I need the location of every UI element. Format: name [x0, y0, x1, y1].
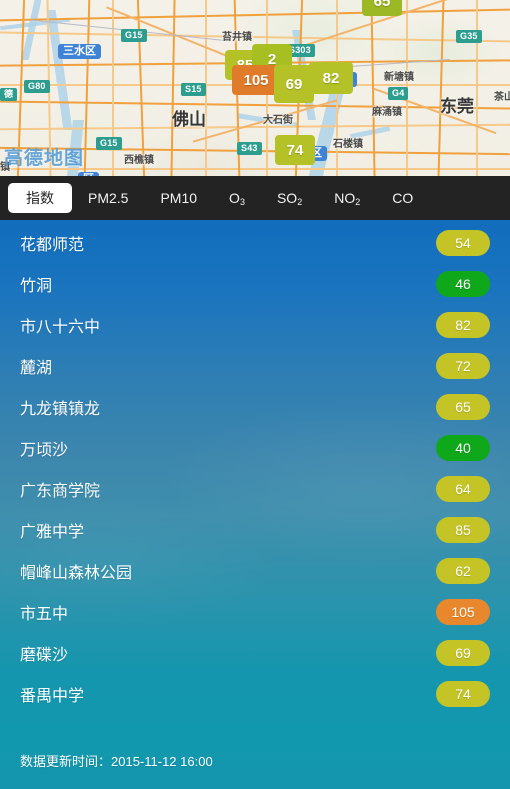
city-label: 佛山: [172, 110, 206, 129]
station-row[interactable]: 市五中 105: [0, 591, 510, 632]
station-row[interactable]: 花都师范 54: [0, 222, 510, 263]
tab-o3-sub: 3: [239, 197, 245, 207]
highway-shield: S15: [181, 83, 206, 96]
highway-shield: 德: [0, 88, 18, 101]
station-row[interactable]: 帽峰山森林公园 62: [0, 550, 510, 591]
station-row[interactable]: 万顷沙 40: [0, 427, 510, 468]
town-label: 西樵镇: [124, 155, 154, 166]
aqi-badge: 40: [436, 434, 490, 461]
update-time-bar: 数据更新时间：2015-11-12 16:00: [0, 732, 510, 789]
city-label: 东莞: [440, 97, 474, 116]
highway-shield: G4: [388, 87, 409, 100]
station-name: 花都师范: [20, 236, 85, 254]
highway-shield: G80: [24, 80, 50, 93]
station-row[interactable]: 竹洞 46: [0, 263, 510, 304]
station-name: 麓湖: [20, 359, 53, 377]
tab-o3-label: O: [229, 190, 240, 206]
aqi-badge: 62: [436, 557, 490, 584]
aqi-badge: 54: [436, 229, 490, 256]
station-row[interactable]: 磨碟沙 69: [0, 632, 510, 673]
town-label: 茶山: [494, 92, 510, 103]
station-name: 帽峰山森林公园: [20, 564, 133, 582]
pollutant-tabbar: 指数 PM2.5 PM10 O3 SO2 NO2 CO: [0, 176, 510, 220]
station-name: 市五中: [20, 605, 69, 623]
station-name: 磨碟沙: [20, 646, 69, 664]
road: [476, 0, 478, 176]
tab-so2[interactable]: SO2: [261, 183, 318, 213]
highway-shield: G15: [96, 137, 122, 150]
station-row[interactable]: 广雅中学 85: [0, 509, 510, 550]
aqi-badge: 105: [436, 598, 490, 625]
aqi-badge: 69: [436, 639, 490, 666]
map-view[interactable]: G15 G80 G15 S15 S303 S43 G35 G4 德 三水区 区 …: [0, 0, 510, 176]
app-root: G15 G80 G15 S15 S303 S43 G35 G4 德 三水区 区 …: [0, 0, 510, 789]
station-list[interactable]: 花都师范 54 竹洞 46 市八十六中 82 麓湖 72 九龙镇镇龙 65 万顷沙 40 广东商学院 64…: [0, 220, 510, 714]
tab-so2-label: SO: [276, 190, 298, 206]
town-label: 麻涌镇: [372, 107, 402, 118]
station-name: 竹洞: [20, 277, 53, 295]
station-name: 万顷沙: [20, 441, 69, 459]
town-label: 苔井镇: [222, 32, 252, 43]
highway-shield: G15: [121, 29, 147, 42]
district-label: 三水区: [58, 44, 101, 59]
aqi-badge: 65: [436, 393, 490, 420]
station-name: 九龙镇镇龙: [20, 400, 101, 418]
map-aqi-marker[interactable]: 74: [275, 135, 315, 165]
map-aqi-marker[interactable]: 65: [362, 0, 402, 16]
tab-so2-sub: 2: [297, 197, 303, 207]
station-row[interactable]: 市八十六中 82: [0, 304, 510, 345]
tab-pm25[interactable]: PM2.5: [72, 183, 144, 213]
tab-index[interactable]: 指数: [8, 183, 72, 213]
tab-no2-sub: 2: [355, 197, 361, 207]
map-aqi-marker[interactable]: 82: [309, 62, 353, 94]
tab-no2-label: NO: [334, 190, 356, 206]
town-label: 大石街: [263, 115, 293, 126]
aqi-badge: 74: [436, 680, 490, 707]
station-name: 广雅中学: [20, 523, 85, 541]
update-time-text: 数据更新时间：2015-11-12 16:00: [20, 754, 213, 769]
station-row[interactable]: 九龙镇镇龙 65: [0, 386, 510, 427]
station-row[interactable]: 番禺中学 74: [0, 673, 510, 714]
map-aqi-marker[interactable]: 105: [232, 65, 280, 95]
aqi-badge: 46: [436, 270, 490, 297]
station-name: 市八十六中: [20, 318, 101, 336]
tab-o3[interactable]: O3: [213, 183, 261, 213]
station-name: 番禺中学: [20, 687, 85, 705]
aqi-badge: 82: [436, 311, 490, 338]
amap-watermark: 高德地图: [4, 148, 85, 169]
map-aqi-marker[interactable]: 69: [274, 65, 314, 103]
station-name: 广东商学院: [20, 482, 101, 500]
station-row[interactable]: 麓湖 72: [0, 345, 510, 386]
tab-pm10[interactable]: PM10: [144, 183, 213, 213]
aqi-badge: 85: [436, 516, 490, 543]
station-row[interactable]: 广东商学院 64: [0, 468, 510, 509]
town-label: 新塘镇: [384, 72, 414, 83]
highway-shield: G35: [456, 30, 482, 43]
highway-shield: S43: [237, 142, 262, 155]
aqi-badge: 64: [436, 475, 490, 502]
tab-co[interactable]: CO: [376, 183, 429, 213]
tab-no2[interactable]: NO2: [318, 183, 376, 213]
aqi-badge: 72: [436, 352, 490, 379]
town-label: 石楼镇: [333, 139, 363, 150]
station-panel: 花都师范 54 竹洞 46 市八十六中 82 麓湖 72 九龙镇镇龙 65 万顷沙 40 广东商学院 64…: [0, 220, 510, 789]
